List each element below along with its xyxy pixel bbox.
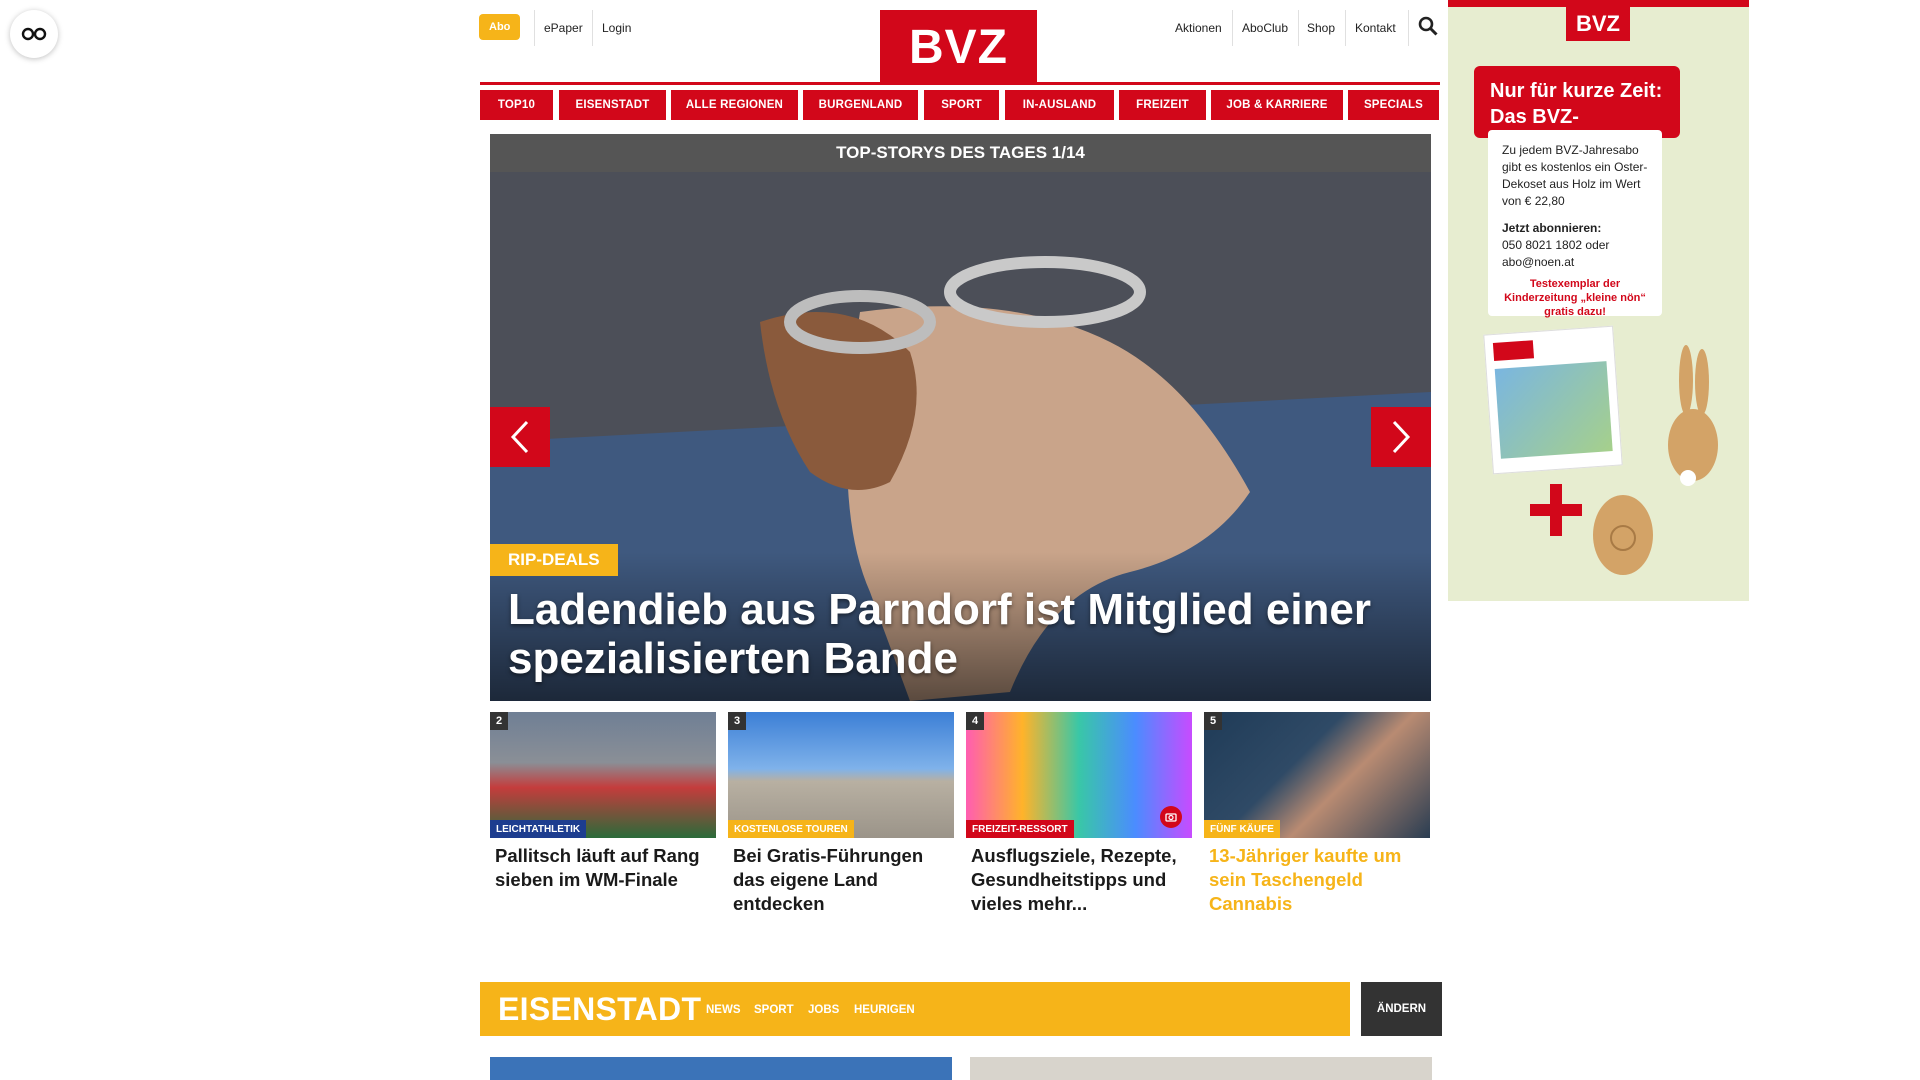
shop-link[interactable]: Shop	[1307, 12, 1335, 44]
story-tag[interactable]: FREIZEIT-RESSORT	[966, 820, 1074, 838]
glasses-icon	[21, 27, 47, 41]
nav-specials[interactable]: SPECIALS	[1348, 90, 1439, 120]
story-tag[interactable]: FÜNF KÄUFE	[1204, 820, 1280, 838]
gallery-badge	[1160, 806, 1182, 828]
bunny-decoration-icon	[1668, 345, 1718, 486]
story-tag[interactable]: KOSTENLOSE TOUREN	[728, 820, 854, 838]
story-card-image[interactable]: 5 FÜNF KÄUFE	[1204, 712, 1430, 838]
story-headline[interactable]: Ladendieb aus Parndorf ist Mitglied eine…	[508, 585, 1408, 683]
article-image[interactable]	[970, 1057, 1432, 1080]
egg-decoration-icon	[1593, 495, 1653, 575]
slider-prev-button[interactable]	[490, 407, 550, 467]
story-card[interactable]: 3 KOSTENLOSE TOUREN Bei Gratis-Führungen…	[728, 712, 954, 916]
story-number: 3	[728, 712, 746, 730]
story-card[interactable]: 4 FREIZEIT-RESSORT Ausflugsziele, Rezept…	[966, 712, 1192, 916]
aktionen-link[interactable]: Aktionen	[1175, 12, 1222, 44]
nav-sport[interactable]: SPORT	[924, 90, 999, 120]
ad-text-panel: Zu jedem BVZ-Jahresabo gibt es kostenlos…	[1488, 130, 1662, 318]
story-card[interactable]: 2 LEICHTATHLETIK Pallitsch läuft auf Ran…	[490, 712, 716, 892]
story-title[interactable]: 13-Jähriger kaufte um sein Taschengeld C…	[1204, 838, 1430, 916]
story-number: 4	[966, 712, 984, 730]
story-number: 2	[490, 712, 508, 730]
search-button[interactable]	[1418, 16, 1438, 41]
nav-burgenland[interactable]: BURGENLAND	[803, 90, 918, 120]
region-link-sport[interactable]: SPORT	[754, 1004, 794, 1016]
ad-body: Zu jedem BVZ-Jahresabo gibt es kostenlos…	[1502, 143, 1648, 208]
reader-mode-button[interactable]	[10, 10, 58, 58]
nav-job-karriere[interactable]: JOB & KARRIERE	[1211, 90, 1343, 120]
region-section-bar: EISENSTADT NEWS SPORT JOBS HEURIGEN	[480, 982, 1350, 1036]
ad-headline: Nur für kurze Zeit: Das BVZ-Osterabo!	[1474, 66, 1680, 154]
story-title[interactable]: Ausflugsziele, Rezepte, Gesundheitstipps…	[966, 838, 1192, 916]
slider-header: TOP-STORYS DES TAGES 1/14	[490, 134, 1431, 172]
newspaper-image	[1483, 325, 1623, 475]
ad-cta-body: 050 8021 1802 oder abo@noen.at	[1502, 238, 1610, 269]
story-title[interactable]: Pallitsch läuft auf Rang sieben im WM-Fi…	[490, 838, 716, 892]
ad-headline-line1: Nur für kurze Zeit:	[1490, 80, 1663, 102]
nav-alle-regionen[interactable]: ALLE REGIONEN	[671, 90, 798, 120]
story-card-image[interactable]: 2 LEICHTATHLETIK	[490, 712, 716, 838]
change-region-button[interactable]: ÄNDERN	[1361, 982, 1442, 1036]
story-card[interactable]: 5 FÜNF KÄUFE 13-Jähriger kaufte um sein …	[1204, 712, 1430, 916]
story-number: 5	[1204, 712, 1222, 730]
camera-icon	[1165, 813, 1177, 822]
nav-freizeit[interactable]: FREIZEIT	[1119, 90, 1206, 120]
story-tag[interactable]: LEICHTATHLETIK	[490, 820, 587, 838]
ad-bvz-logo: BVZ	[1566, 7, 1630, 41]
nav-in-ausland[interactable]: IN-AUSLAND	[1005, 90, 1114, 120]
ad-top-bar	[1448, 0, 1749, 7]
story-card-image[interactable]: 3 KOSTENLOSE TOUREN	[728, 712, 954, 838]
story-title[interactable]: Bei Gratis-Führungen das eigene Land ent…	[728, 838, 954, 916]
main-nav: TOP10 EISENSTADT ALLE REGIONEN BURGENLAN…	[480, 90, 1440, 120]
login-link[interactable]: Login	[602, 12, 631, 44]
story-category-badge[interactable]: RIP-DEALS	[490, 544, 618, 576]
ad-extra: Testexemplar der Kinderzeitung „kleine n…	[1504, 278, 1646, 318]
region-link-jobs[interactable]: JOBS	[808, 1004, 839, 1016]
region-link-news[interactable]: NEWS	[706, 1004, 741, 1016]
chevron-left-icon	[510, 420, 529, 454]
nav-eisenstadt[interactable]: EISENSTADT	[559, 90, 666, 120]
chevron-right-icon	[1392, 420, 1411, 454]
epaper-link[interactable]: ePaper	[544, 12, 583, 44]
nav-top10[interactable]: TOP10	[480, 90, 553, 120]
kontakt-link[interactable]: Kontakt	[1355, 12, 1396, 44]
region-link-heurigen[interactable]: HEURIGEN	[854, 1004, 915, 1016]
divider	[1345, 10, 1346, 46]
article-image[interactable]	[490, 1057, 952, 1080]
header-rule	[480, 82, 1440, 85]
divider	[1232, 10, 1233, 46]
bvz-logo[interactable]: BVZ	[880, 10, 1037, 84]
story-card-image[interactable]: 4 FREIZEIT-RESSORT	[966, 712, 1192, 838]
ad-cta-title: Jetzt abonnieren:	[1502, 221, 1602, 235]
aboclub-link[interactable]: AboClub	[1242, 12, 1288, 44]
divider	[592, 10, 593, 46]
slider-next-button[interactable]	[1371, 407, 1431, 467]
advertisement[interactable]: BVZ Nur für kurze Zeit: Das BVZ-Osterabo…	[1448, 0, 1749, 601]
region-title[interactable]: EISENSTADT	[498, 991, 701, 1028]
divider	[534, 10, 535, 46]
plus-icon	[1530, 484, 1582, 536]
search-icon	[1418, 16, 1438, 36]
divider	[1298, 10, 1299, 46]
abo-button[interactable]: Abo	[479, 14, 521, 40]
divider	[1408, 10, 1409, 46]
